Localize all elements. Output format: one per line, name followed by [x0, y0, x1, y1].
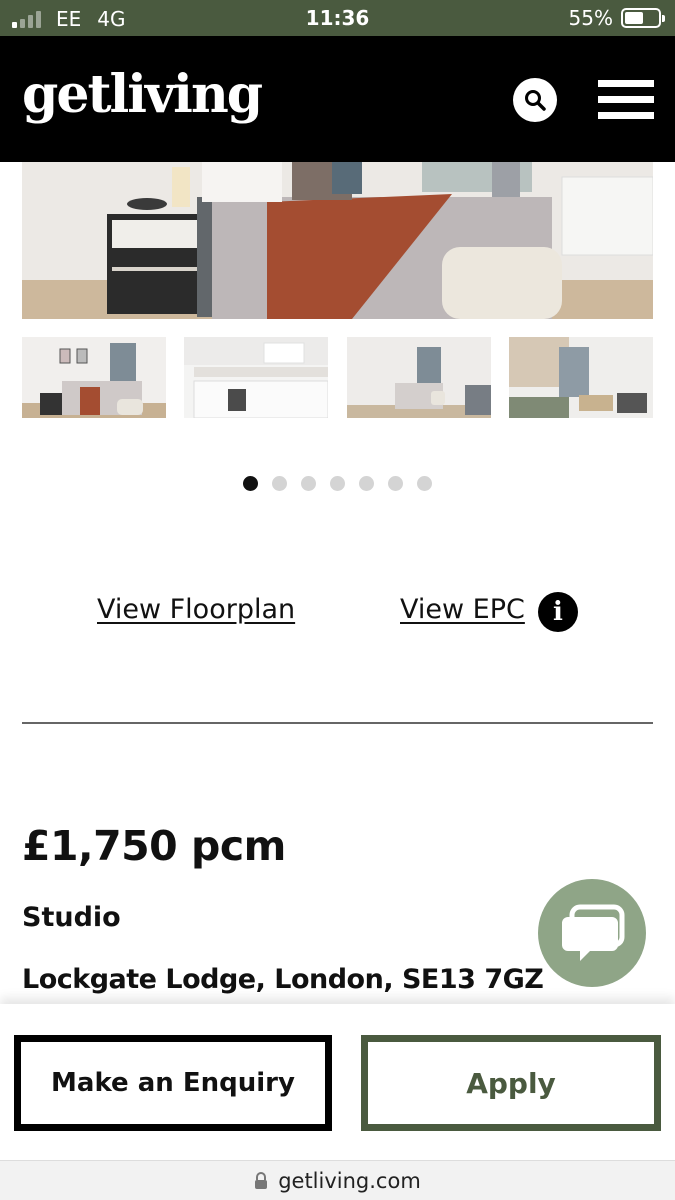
thumbnail-strip	[22, 337, 653, 418]
battery-percent: 55%	[568, 6, 613, 30]
carousel-dot-3[interactable]	[301, 476, 316, 491]
battery-fill	[625, 12, 643, 24]
carousel-dot-5[interactable]	[359, 476, 374, 491]
chat-bubble-icon	[562, 904, 625, 961]
hamburger-menu-icon[interactable]	[598, 80, 654, 120]
battery-tip	[662, 15, 665, 22]
carousel-dot-6[interactable]	[388, 476, 403, 491]
thumbnail-bedroom-wide[interactable]	[347, 337, 491, 418]
chat-button[interactable]	[538, 879, 646, 987]
site-header: getliving	[0, 36, 675, 162]
thumbnail-kitchen[interactable]	[184, 337, 328, 418]
info-icon[interactable]: i	[538, 592, 578, 632]
browser-url-bar[interactable]: getliving.com	[0, 1160, 675, 1200]
carousel-dot-1[interactable]	[243, 476, 258, 491]
view-epc-link[interactable]: View EPC	[400, 594, 525, 625]
url-text: getliving.com	[278, 1168, 421, 1193]
search-icon	[525, 90, 546, 111]
carousel-dot-2[interactable]	[272, 476, 287, 491]
carousel-dot-4[interactable]	[330, 476, 345, 491]
make-enquiry-button[interactable]: Make an Enquiry	[14, 1035, 332, 1131]
section-divider	[22, 722, 653, 724]
action-bar: Make an Enquiry Apply	[0, 1004, 675, 1160]
battery-icon	[621, 8, 665, 28]
bedroom-photo	[22, 162, 653, 319]
apply-button[interactable]: Apply	[361, 1035, 661, 1131]
search-button[interactable]	[513, 78, 557, 122]
status-bar: EE 4G 11:36 55%	[0, 0, 675, 36]
listing-address: Lockgate Lodge, London, SE13 7GZ	[22, 964, 544, 995]
property-type: Studio	[22, 902, 121, 933]
view-floorplan-link[interactable]: View Floorplan	[97, 594, 295, 625]
hero-image[interactable]	[22, 162, 653, 319]
lock-icon	[255, 1171, 268, 1189]
status-right: 55%	[568, 6, 665, 30]
listing-price: £1,750 pcm	[22, 822, 286, 870]
site-logo[interactable]: getliving	[22, 64, 263, 125]
thumbnail-living-room[interactable]	[509, 337, 653, 418]
carousel-dots	[0, 476, 675, 494]
carousel-dot-7[interactable]	[417, 476, 432, 491]
thumbnail-bedroom[interactable]	[22, 337, 166, 418]
